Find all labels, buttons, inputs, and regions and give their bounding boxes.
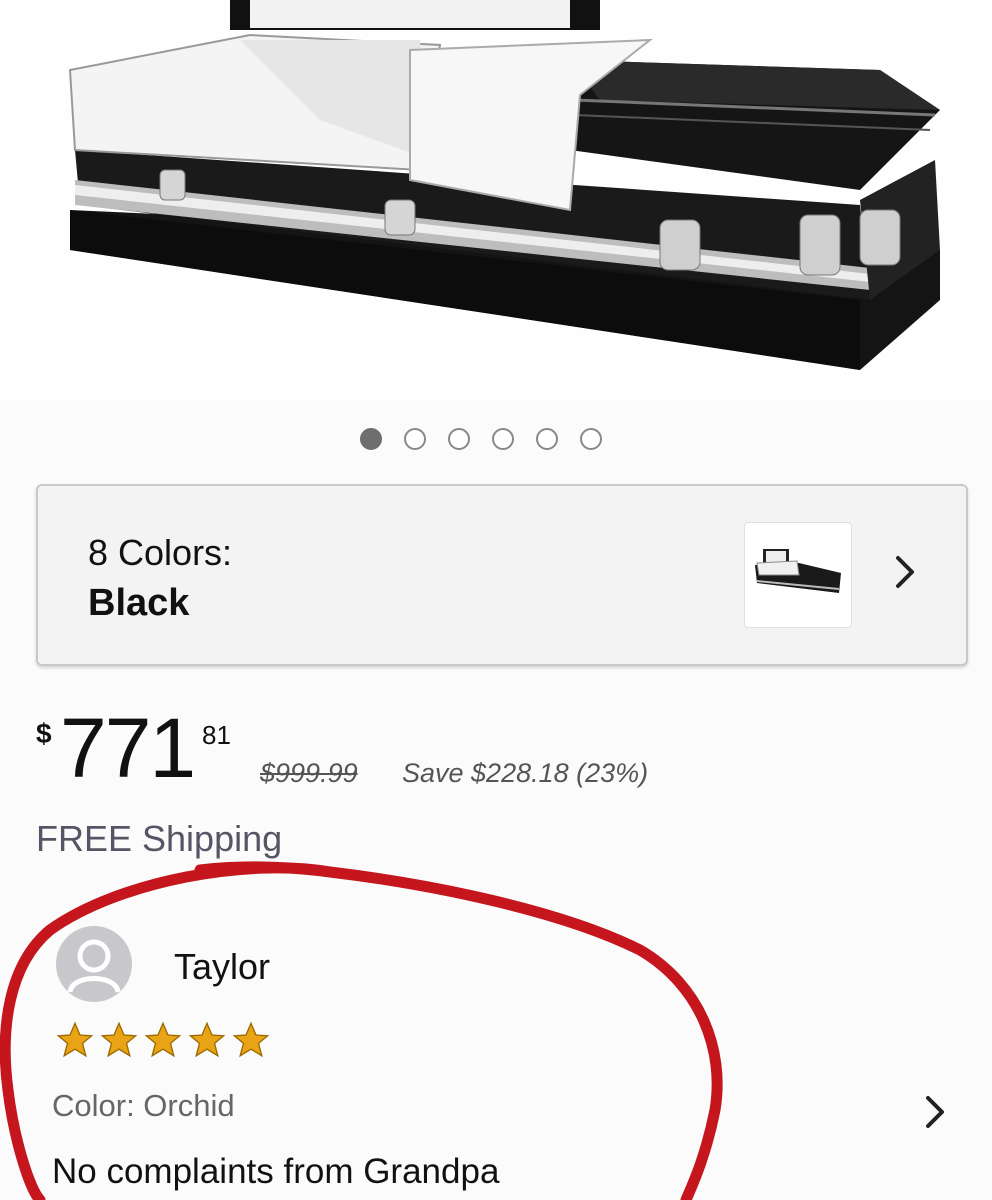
color-swatch-thumbnail[interactable] xyxy=(744,522,852,628)
casket-illustration xyxy=(68,0,940,370)
carousel-dot-3[interactable] xyxy=(448,428,470,450)
product-image[interactable] xyxy=(0,0,992,400)
color-count-label: 8 Colors: xyxy=(88,532,233,573)
list-price: $999.99 xyxy=(260,758,358,788)
free-shipping-label: FREE Shipping xyxy=(36,818,283,859)
star-icon xyxy=(56,1021,94,1058)
carousel-dot-5[interactable] xyxy=(536,428,558,450)
star-icon xyxy=(232,1021,270,1058)
casket-thumbnail-icon xyxy=(755,549,841,593)
selected-color: Black xyxy=(88,582,190,624)
color-selector[interactable]: 8 Colors: Black xyxy=(36,484,968,666)
review-star-rating xyxy=(54,1020,272,1060)
carousel-dot-4[interactable] xyxy=(492,428,514,450)
price-currency: $ xyxy=(36,718,52,749)
review-text: No complaints from Grandpa xyxy=(52,1152,500,1191)
review-color-variant: Color: Orchid xyxy=(52,1088,235,1123)
reviewer-avatar xyxy=(56,926,132,1002)
carousel-dot-6[interactable] xyxy=(580,428,602,450)
reviewer-name: Taylor xyxy=(174,946,271,987)
carousel-dot-1[interactable] xyxy=(360,428,382,450)
image-carousel-indicator[interactable] xyxy=(360,428,602,450)
chevron-right-icon[interactable] xyxy=(922,1092,948,1132)
price-whole: 771 xyxy=(60,701,196,795)
carousel-dot-2[interactable] xyxy=(404,428,426,450)
star-icon xyxy=(144,1021,182,1058)
price-cents: 81 xyxy=(202,720,231,750)
user-icon xyxy=(67,939,121,993)
chevron-right-icon xyxy=(896,556,914,588)
star-icon xyxy=(100,1021,138,1058)
star-icon xyxy=(188,1021,226,1058)
savings-label: Save $228.18 (23%) xyxy=(402,758,649,788)
